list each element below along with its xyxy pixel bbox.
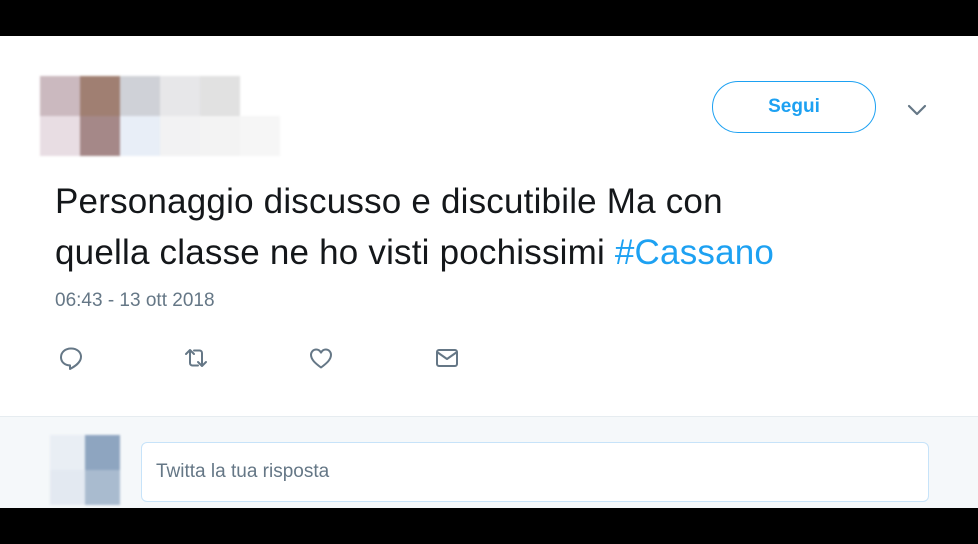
retweet-icon[interactable] bbox=[182, 341, 216, 375]
tweet-text: Personaggio discusso e discutibile Ma co… bbox=[55, 176, 935, 278]
tweet-timestamp[interactable]: 06:43 - 13 ott 2018 bbox=[55, 290, 215, 312]
envelope-icon[interactable] bbox=[433, 341, 467, 375]
heart-icon[interactable] bbox=[307, 341, 341, 375]
tweet-actions bbox=[55, 341, 475, 375]
reply-icon[interactable] bbox=[57, 341, 91, 375]
tweet-text-line1: Personaggio discusso e discutibile Ma co… bbox=[55, 182, 723, 221]
tweet-card: Segui Personaggio discusso e discutibile… bbox=[0, 36, 978, 508]
reply-placeholder: Twitta la tua risposta bbox=[156, 461, 330, 482]
tweet-text-line2: quella classe ne ho visti pochissimi bbox=[55, 233, 615, 272]
reply-input[interactable]: Twitta la tua risposta bbox=[141, 442, 929, 502]
reply-composer: Twitta la tua risposta bbox=[0, 416, 978, 508]
avatar[interactable] bbox=[50, 435, 120, 505]
follow-button[interactable]: Segui bbox=[712, 81, 876, 133]
blurred-user-identity[interactable] bbox=[40, 76, 280, 156]
tweet-header: Segui bbox=[0, 36, 978, 166]
hashtag-link[interactable]: #Cassano bbox=[615, 233, 774, 272]
chevron-down-icon[interactable] bbox=[904, 97, 930, 123]
